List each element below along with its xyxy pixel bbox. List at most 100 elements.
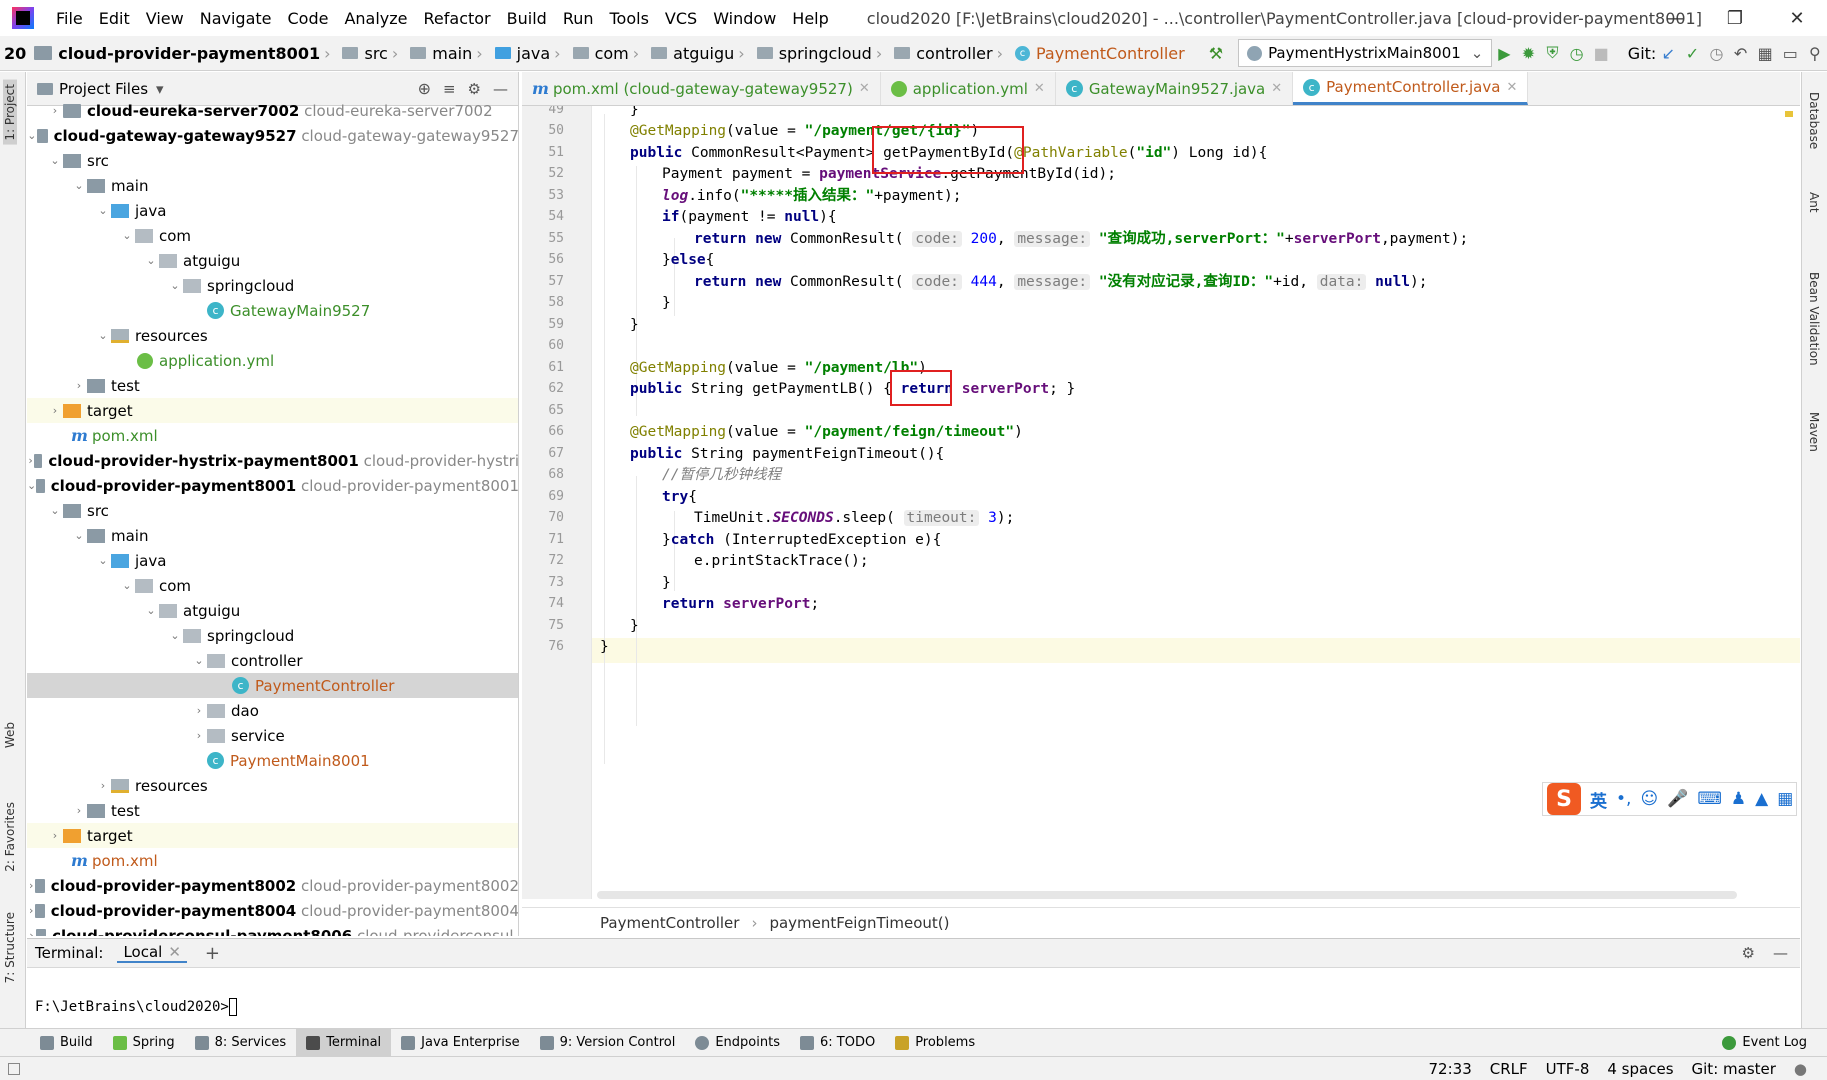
- line-separator[interactable]: CRLF: [1490, 1060, 1528, 1078]
- horizontal-scrollbar[interactable]: [597, 891, 1737, 899]
- tab-application-yml[interactable]: application.yml ✕: [881, 72, 1056, 105]
- build-tool-tab[interactable]: Build: [30, 1029, 103, 1057]
- breadcrumb-src[interactable]: src ›: [338, 44, 406, 63]
- chevron-down-icon[interactable]: ▾: [156, 80, 164, 98]
- project-tool-tab[interactable]: 1: Project: [3, 80, 17, 145]
- favorites-tool-tab[interactable]: 2: Favorites: [3, 802, 17, 872]
- web-tool-tab[interactable]: Web: [3, 722, 17, 748]
- settings-gear-icon[interactable]: ⚙: [1742, 944, 1755, 962]
- close-tab-icon[interactable]: ✕: [168, 943, 181, 961]
- menu-analyze[interactable]: Analyze: [336, 9, 415, 28]
- code-editor[interactable]: 49 50 51 52 53 54 55 56 57 58 59 60 61 6…: [522, 106, 1800, 899]
- menu-tools[interactable]: Tools: [602, 9, 657, 28]
- tree-row[interactable]: ⌄ src: [27, 498, 518, 523]
- emoji-icon[interactable]: ☺: [1640, 789, 1658, 809]
- maven-tool-tab[interactable]: Maven: [1807, 412, 1821, 452]
- tree-row[interactable]: › target: [27, 823, 518, 848]
- tree-row[interactable]: ⌄ atguigu: [27, 248, 518, 273]
- menu-build[interactable]: Build: [499, 9, 555, 28]
- close-tab-icon[interactable]: ✕: [1034, 81, 1045, 96]
- toolbox-icon[interactable]: ▦: [1777, 789, 1793, 809]
- tree-row[interactable]: › cloud-provider-payment8002 cloud-provid…: [27, 873, 518, 898]
- tree-row[interactable]: › cloud-provider-payment8004 cloud-provid…: [27, 898, 518, 923]
- tab-payment-controller[interactable]: c PaymentController.java ✕: [1293, 72, 1529, 105]
- lock-icon[interactable]: ●: [1794, 1060, 1807, 1078]
- tree-row[interactable]: m pom.xml: [27, 848, 518, 873]
- tree-row[interactable]: ⌄ cloud-gateway-gateway9527 cloud-gateway…: [27, 123, 518, 148]
- ime-toolbar[interactable]: S 英 •, ☺ 🎤 ⌨ ♟ ▲ ▦: [1542, 782, 1797, 816]
- tree-row[interactable]: c GatewayMain9527: [27, 298, 518, 323]
- tree-row[interactable]: › resources: [27, 773, 518, 798]
- close-icon[interactable]: ✕: [1767, 0, 1827, 36]
- tree-row[interactable]: › cloud-provider-hystrix-payment8001 clou…: [27, 448, 518, 473]
- database-tool-tab[interactable]: Database: [1807, 92, 1821, 149]
- warning-marker[interactable]: [1785, 111, 1793, 117]
- indent-setting[interactable]: 4 spaces: [1607, 1060, 1673, 1078]
- punctuation-icon[interactable]: •,: [1616, 789, 1631, 809]
- structure-tool-tab[interactable]: 7: Structure: [3, 912, 17, 983]
- tab-pom-xml[interactable]: m pom.xml (cloud-gateway-gateway9527) ✕: [522, 72, 881, 105]
- java-enterprise-tool-tab[interactable]: Java Enterprise: [391, 1029, 529, 1057]
- run-icon[interactable]: ▶: [1497, 43, 1511, 63]
- endpoints-tool-tab[interactable]: Endpoints: [685, 1029, 790, 1057]
- breadcrumb-root[interactable]: 20: [0, 44, 30, 63]
- tree-row[interactable]: ⌄ main: [27, 173, 518, 198]
- breadcrumb-class[interactable]: PaymentController: [600, 914, 739, 932]
- stop-icon[interactable]: ■: [1594, 43, 1609, 63]
- tree-row[interactable]: ⌄ controller: [27, 648, 518, 673]
- tree-row[interactable]: ⌄ cloud-provider-payment8001 cloud-provid…: [27, 473, 518, 498]
- locate-icon[interactable]: ⊕: [418, 79, 431, 98]
- git-branch[interactable]: Git: master: [1692, 1060, 1776, 1078]
- tree-row[interactable]: › target: [27, 398, 518, 423]
- menu-file[interactable]: File: [48, 9, 91, 28]
- tree-row[interactable]: › test: [27, 373, 518, 398]
- menu-help[interactable]: Help: [784, 9, 836, 28]
- tool-windows-toggle-icon[interactable]: [8, 1062, 20, 1075]
- git-history-icon[interactable]: ◷: [1709, 43, 1724, 63]
- event-log-tool-tab[interactable]: Event Log: [1712, 1029, 1817, 1057]
- menu-view[interactable]: View: [138, 9, 192, 28]
- rollback-icon[interactable]: ↶: [1734, 43, 1748, 63]
- terminal-tab-local[interactable]: Local ✕: [117, 943, 187, 963]
- profile-icon[interactable]: ◷: [1570, 43, 1584, 63]
- add-terminal-icon[interactable]: +: [205, 943, 220, 964]
- todo-tool-tab[interactable]: 6: TODO: [790, 1029, 885, 1057]
- project-view-selector[interactable]: Project Files: [59, 80, 148, 98]
- bean-validation-tool-tab[interactable]: Bean Validation: [1807, 272, 1821, 366]
- breadcrumb-controller[interactable]: controller ›: [890, 44, 1011, 63]
- tree-row-selected[interactable]: c PaymentController: [27, 673, 518, 698]
- breadcrumb-com[interactable]: com ›: [569, 44, 648, 63]
- caret-position[interactable]: 72:33: [1429, 1060, 1472, 1078]
- menu-edit[interactable]: Edit: [91, 9, 138, 28]
- user-icon[interactable]: ♟: [1731, 789, 1746, 809]
- tree-row[interactable]: ⌄ src: [27, 148, 518, 173]
- project-structure-icon[interactable]: ▦: [1758, 43, 1773, 63]
- menu-vcs[interactable]: VCS: [657, 9, 705, 28]
- menu-refactor[interactable]: Refactor: [416, 9, 499, 28]
- tree-row[interactable]: ⌄ com: [27, 223, 518, 248]
- tree-row[interactable]: › service: [27, 723, 518, 748]
- menu-window[interactable]: Window: [705, 9, 784, 28]
- breadcrumb-atguigu[interactable]: atguigu ›: [647, 44, 753, 63]
- presentation-icon[interactable]: ▭: [1783, 43, 1798, 63]
- close-tab-icon[interactable]: ✕: [859, 81, 870, 96]
- minimize-icon[interactable]: —: [1645, 0, 1705, 36]
- tree-row[interactable]: ⌄ com: [27, 573, 518, 598]
- skin-icon[interactable]: ▲: [1755, 789, 1768, 809]
- tree-row[interactable]: ⌄ springcloud: [27, 623, 518, 648]
- terminal-tool-tab[interactable]: Terminal: [296, 1028, 392, 1057]
- tree-row[interactable]: m pom.xml: [27, 423, 518, 448]
- spring-tool-tab[interactable]: Spring: [103, 1029, 185, 1057]
- tree-row[interactable]: ⌄ java: [27, 548, 518, 573]
- tree-row[interactable]: › test: [27, 798, 518, 823]
- tree-row[interactable]: › cloud-providerconsul-payment8006 cloud-…: [27, 923, 518, 936]
- breadcrumb-main[interactable]: main ›: [406, 44, 490, 63]
- hide-panel-icon[interactable]: —: [1773, 944, 1788, 962]
- breadcrumb-java[interactable]: java ›: [491, 44, 569, 63]
- breadcrumb-method[interactable]: paymentFeignTimeout(): [769, 914, 949, 932]
- debug-icon[interactable]: ✹: [1521, 43, 1535, 63]
- run-configuration-select[interactable]: PaymentHystrixMain8001 ⌄: [1238, 39, 1493, 67]
- git-commit-icon[interactable]: ✓: [1685, 43, 1699, 63]
- close-tab-icon[interactable]: ✕: [1271, 81, 1282, 96]
- collapse-all-icon[interactable]: ≡: [443, 80, 456, 98]
